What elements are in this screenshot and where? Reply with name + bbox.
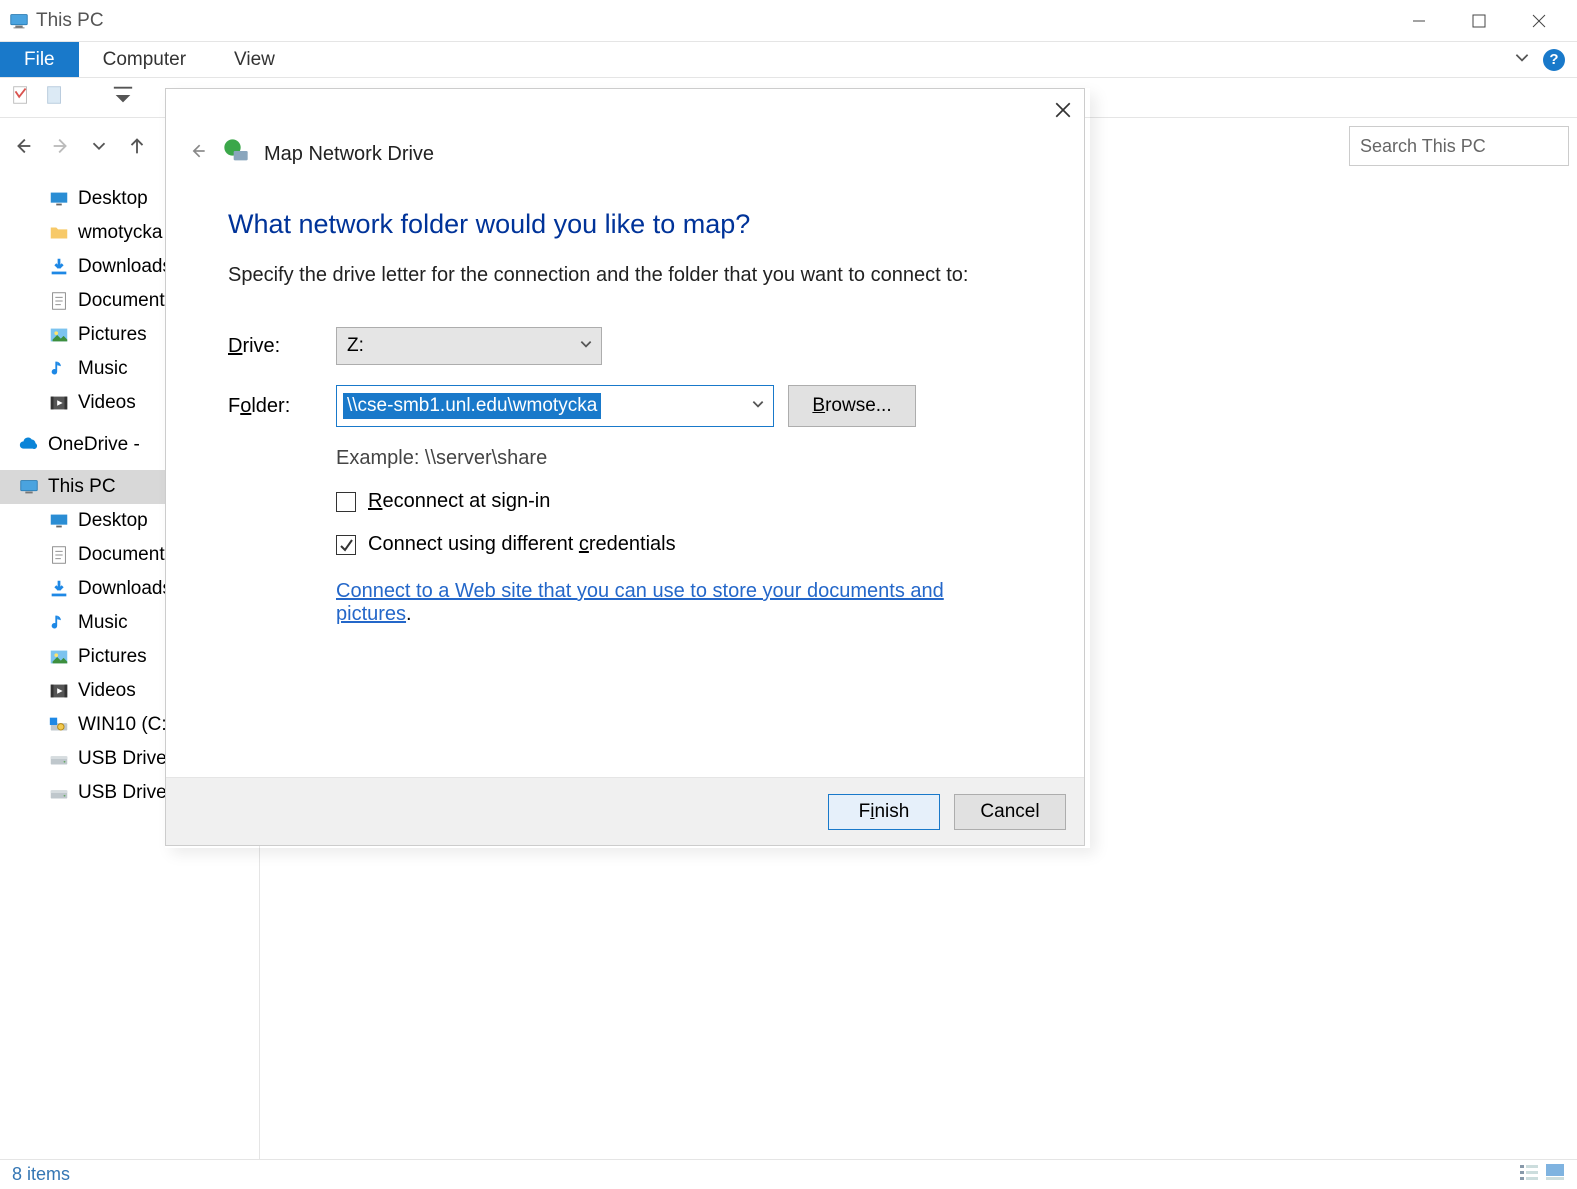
website-link[interactable]: Connect to a Web site that you can use t… xyxy=(336,580,944,625)
details-view-icon[interactable] xyxy=(1519,1163,1539,1186)
new-folder-icon[interactable] xyxy=(44,84,66,112)
tree-label: Pictures xyxy=(78,324,147,346)
folder-value: \\cse-smb1.unl.edu\wmotycka xyxy=(343,393,601,419)
expand-ribbon-icon[interactable] xyxy=(1513,48,1531,72)
tree-label: Videos xyxy=(78,392,136,414)
cancel-button[interactable]: Cancel xyxy=(954,794,1066,830)
maximize-button[interactable] xyxy=(1449,0,1509,42)
dialog-close-button[interactable] xyxy=(1054,101,1072,125)
videos-icon xyxy=(48,392,70,414)
download-icon xyxy=(48,256,70,278)
desktop-icon xyxy=(48,188,70,210)
tree-label: Downloads xyxy=(78,578,172,600)
tab-computer[interactable]: Computer xyxy=(79,42,210,77)
tab-view[interactable]: View xyxy=(210,42,299,77)
map-network-drive-dialog: Map Network Drive What network folder wo… xyxy=(165,88,1085,846)
network-drive-icon xyxy=(222,137,250,171)
reconnect-label: Reconnect at sign-in xyxy=(368,490,550,513)
tree-label: Documents xyxy=(78,544,174,566)
tree-label: WIN10 (C:) xyxy=(78,714,173,736)
tab-file[interactable]: File xyxy=(0,42,79,77)
folder-icon xyxy=(48,222,70,244)
tree-label: Pictures xyxy=(78,646,147,668)
history-dropdown-icon[interactable] xyxy=(84,131,114,161)
tree-label: This PC xyxy=(48,476,116,498)
ribbon: File Computer View ? xyxy=(0,42,1577,78)
tree-label: Documents xyxy=(78,290,174,312)
credentials-checkbox[interactable] xyxy=(336,535,356,555)
drive-value: Z: xyxy=(347,335,364,357)
title-bar: This PC xyxy=(0,0,1577,42)
disk-icon xyxy=(48,782,70,804)
chevron-down-icon xyxy=(579,335,593,357)
tree-label: Desktop xyxy=(78,188,148,210)
tree-label: Downloads xyxy=(78,256,172,278)
status-bar: 8 items xyxy=(0,1159,1577,1189)
credentials-label: Connect using different credentials xyxy=(368,533,676,556)
tree-label: Videos xyxy=(78,680,136,702)
music-icon xyxy=(48,612,70,634)
dialog-instruction: Specify the drive letter for the connect… xyxy=(228,264,1022,287)
drive-select[interactable]: Z: xyxy=(336,327,602,365)
website-link-row: Connect to a Web site that you can use t… xyxy=(336,580,1022,626)
pictures-icon xyxy=(48,646,70,668)
document-icon xyxy=(48,290,70,312)
large-icons-view-icon[interactable] xyxy=(1545,1163,1565,1186)
browse-button[interactable]: Browse... xyxy=(788,385,916,427)
tree-label: OneDrive - xyxy=(48,434,140,456)
folder-combobox[interactable]: \\cse-smb1.unl.edu\wmotycka xyxy=(336,385,774,427)
back-button[interactable] xyxy=(8,131,38,161)
this-pc-icon xyxy=(18,476,40,498)
delete-icon[interactable] xyxy=(78,84,100,112)
music-icon xyxy=(48,358,70,380)
item-count: 8 items xyxy=(12,1164,70,1185)
onedrive-icon xyxy=(18,434,40,456)
document-icon xyxy=(48,544,70,566)
folder-label: Folder: xyxy=(228,395,336,418)
tree-label: Music xyxy=(78,612,128,634)
download-icon xyxy=(48,578,70,600)
search-input[interactable]: Search This PC xyxy=(1349,126,1569,166)
dialog-heading: What network folder would you like to ma… xyxy=(228,209,1022,240)
chevron-down-icon xyxy=(751,395,765,417)
tree-label: Desktop xyxy=(78,510,148,532)
this-pc-icon xyxy=(8,10,30,32)
dialog-title: Map Network Drive xyxy=(264,143,434,166)
forward-button[interactable] xyxy=(46,131,76,161)
help-icon[interactable]: ? xyxy=(1543,49,1565,71)
drive-label: Drive: xyxy=(228,335,336,358)
properties-icon[interactable] xyxy=(10,84,32,112)
example-text: Example: \\server\share xyxy=(336,447,1022,470)
tree-label: Music xyxy=(78,358,128,380)
window-title: This PC xyxy=(36,10,104,32)
quickbar-dropdown-icon[interactable] xyxy=(112,84,134,112)
close-button[interactable] xyxy=(1509,0,1569,42)
tree-label: wmotycka xyxy=(78,222,162,244)
up-button[interactable] xyxy=(122,131,152,161)
minimize-button[interactable] xyxy=(1389,0,1449,42)
reconnect-checkbox[interactable] xyxy=(336,492,356,512)
pictures-icon xyxy=(48,324,70,346)
disk-win-icon xyxy=(48,714,70,736)
videos-icon xyxy=(48,680,70,702)
disk-icon xyxy=(48,748,70,770)
dialog-back-button[interactable] xyxy=(188,141,208,167)
finish-button[interactable]: Finish xyxy=(828,794,940,830)
desktop-icon xyxy=(48,510,70,532)
